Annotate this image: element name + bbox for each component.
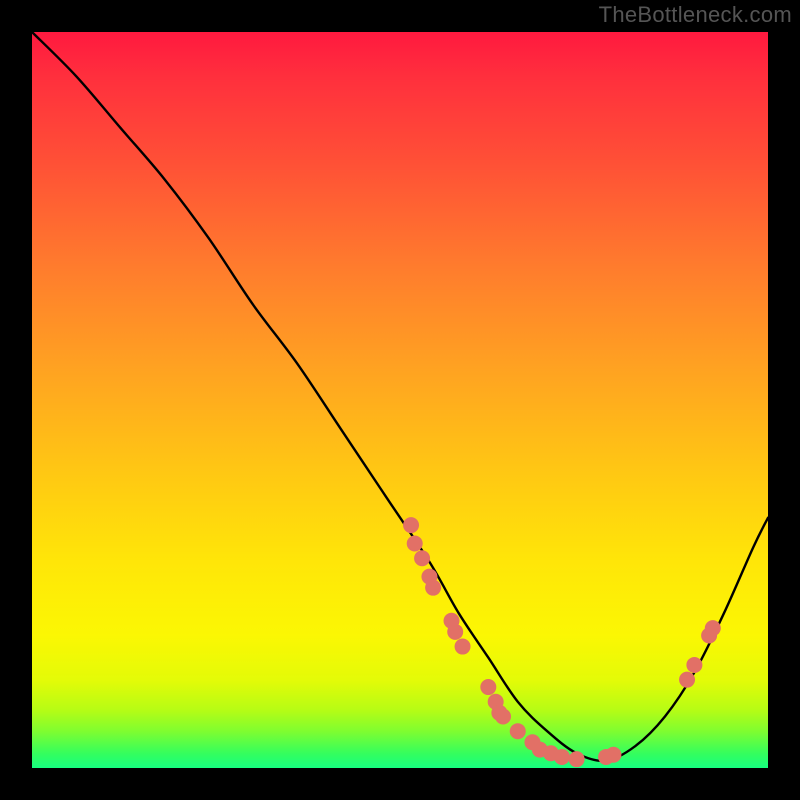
chart-svg bbox=[32, 32, 768, 768]
curve-marker bbox=[679, 672, 695, 688]
curve-marker bbox=[510, 723, 526, 739]
curve-marker bbox=[554, 749, 570, 765]
curve-markers bbox=[403, 517, 721, 767]
curve-marker bbox=[480, 679, 496, 695]
curve-marker bbox=[403, 517, 419, 533]
curve-marker bbox=[455, 639, 471, 655]
curve-marker bbox=[705, 620, 721, 636]
curve-marker bbox=[414, 550, 430, 566]
curve-marker bbox=[686, 657, 702, 673]
curve-marker bbox=[495, 708, 511, 724]
curve-marker bbox=[425, 580, 441, 596]
plot-area bbox=[32, 32, 768, 768]
bottleneck-curve bbox=[32, 32, 768, 761]
watermark-text: TheBottleneck.com bbox=[599, 2, 792, 28]
curve-marker bbox=[605, 747, 621, 763]
curve-marker bbox=[447, 624, 463, 640]
curve-marker bbox=[569, 751, 585, 767]
curve-marker bbox=[407, 536, 423, 552]
chart-frame: TheBottleneck.com bbox=[0, 0, 800, 800]
